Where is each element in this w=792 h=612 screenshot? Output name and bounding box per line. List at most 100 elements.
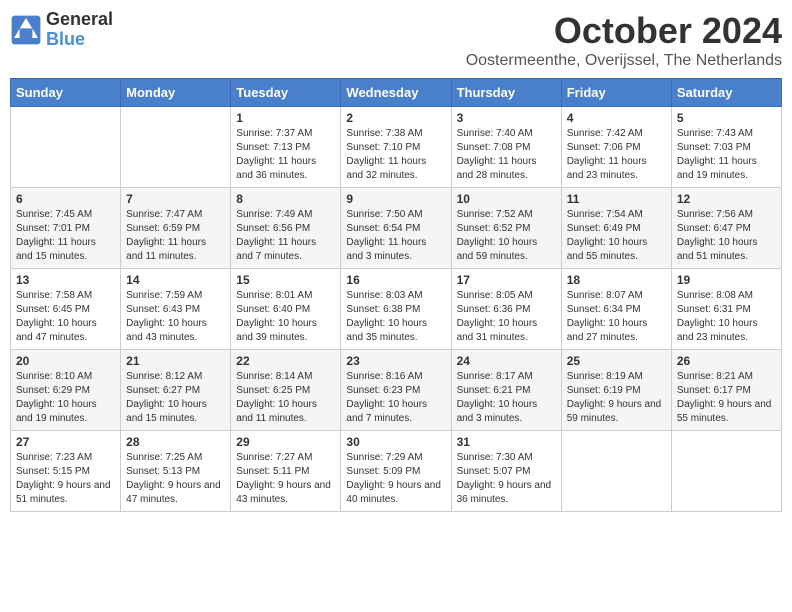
calendar-cell: 3Sunrise: 7:40 AMSunset: 7:08 PMDaylight…	[451, 107, 561, 188]
title-section: October 2024 Oostermeenthe, Overijssel, …	[466, 10, 782, 70]
weekday-header: Monday	[121, 79, 231, 107]
day-number: 31	[457, 435, 556, 449]
calendar-cell: 21 Sunrise: 8:12 AMSunset: 6:27 PMDayligh…	[121, 350, 231, 431]
day-info: Sunrise: 7:50 AMSunset: 6:54 PMDaylight:…	[346, 208, 445, 264]
day-number: 11	[567, 192, 666, 206]
day-number: 12	[677, 192, 776, 206]
calendar-cell: 14 Sunrise: 7:59 AMSunset: 6:43 PMDayligh…	[121, 269, 231, 350]
day-number: 1	[236, 111, 335, 125]
day-number: 21	[126, 354, 225, 368]
calendar-cell: 24 Sunrise: 8:17 AMSunset: 6:21 PMDayligh…	[451, 350, 561, 431]
weekday-header: Tuesday	[231, 79, 341, 107]
day-number: 17	[457, 273, 556, 287]
day-info: Sunrise: 7:29 AMSunset: 5:09 PMDaylight:…	[346, 451, 445, 507]
day-number: 25	[567, 354, 666, 368]
calendar-cell: 22 Sunrise: 8:14 AMSunset: 6:25 PMDayligh…	[231, 350, 341, 431]
day-info: Sunrise: 7:40 AMSunset: 7:08 PMDaylight:…	[457, 127, 556, 183]
day-info: Sunrise: 7:49 AMSunset: 6:56 PMDaylight:…	[236, 208, 335, 264]
day-info: Sunrise: 8:08 AMSunset: 6:31 PMDaylight:…	[677, 289, 776, 345]
day-number: 8	[236, 192, 335, 206]
day-info: Sunrise: 7:47 AMSunset: 6:59 PMDaylight:…	[126, 208, 225, 264]
day-info: Sunrise: 8:03 AMSunset: 6:38 PMDaylight:…	[346, 289, 445, 345]
calendar-cell: 20Sunrise: 8:10 AMSunset: 6:29 PMDayligh…	[11, 350, 121, 431]
calendar-cell: 18Sunrise: 8:07 AMSunset: 6:34 PMDayligh…	[561, 269, 671, 350]
weekday-header: Friday	[561, 79, 671, 107]
day-number: 5	[677, 111, 776, 125]
weekday-header: Saturday	[671, 79, 781, 107]
day-info: Sunrise: 7:43 AMSunset: 7:03 PMDaylight:…	[677, 127, 776, 183]
day-number: 23	[346, 354, 445, 368]
weekday-header: Wednesday	[341, 79, 451, 107]
day-number: 26	[677, 354, 776, 368]
logo: General Blue	[10, 10, 113, 50]
calendar-cell: 26 Sunrise: 8:21 AMSunset: 6:17 PMDayligh…	[671, 350, 781, 431]
calendar-cell: 31 Sunrise: 7:30 AMSunset: 5:07 PMDayligh…	[451, 431, 561, 512]
day-number: 13	[16, 273, 115, 287]
day-info: Sunrise: 8:12 AMSunset: 6:27 PMDaylight:…	[126, 370, 225, 426]
calendar-cell	[561, 431, 671, 512]
weekday-header: Thursday	[451, 79, 561, 107]
day-number: 27	[16, 435, 115, 449]
calendar-week-row: 13 Sunrise: 7:58 AMSunset: 6:45 PMDayligh…	[11, 269, 782, 350]
day-info: Sunrise: 7:42 AMSunset: 7:06 PMDaylight:…	[567, 127, 666, 183]
day-info: Sunrise: 8:05 AMSunset: 6:36 PMDaylight:…	[457, 289, 556, 345]
day-number: 20	[16, 354, 115, 368]
calendar-cell: 16Sunrise: 8:03 AMSunset: 6:38 PMDayligh…	[341, 269, 451, 350]
calendar-cell: 10 Sunrise: 7:52 AMSunset: 6:52 PMDayligh…	[451, 188, 561, 269]
day-info: Sunrise: 7:27 AMSunset: 5:11 PMDaylight:…	[236, 451, 335, 507]
day-number: 30	[346, 435, 445, 449]
page-header: General Blue October 2024 Oostermeenthe,…	[10, 10, 782, 70]
calendar-cell: 23 Sunrise: 8:16 AMSunset: 6:23 PMDayligh…	[341, 350, 451, 431]
day-number: 9	[346, 192, 445, 206]
day-info: Sunrise: 7:52 AMSunset: 6:52 PMDaylight:…	[457, 208, 556, 264]
day-info: Sunrise: 7:58 AMSunset: 6:45 PMDaylight:…	[16, 289, 115, 345]
day-info: Sunrise: 7:30 AMSunset: 5:07 PMDaylight:…	[457, 451, 556, 507]
calendar-cell: 29 Sunrise: 7:27 AMSunset: 5:11 PMDayligh…	[231, 431, 341, 512]
calendar-cell: 5 Sunrise: 7:43 AMSunset: 7:03 PMDaylight…	[671, 107, 781, 188]
weekday-header: Sunday	[11, 79, 121, 107]
day-number: 19	[677, 273, 776, 287]
day-info: Sunrise: 8:21 AMSunset: 6:17 PMDaylight:…	[677, 370, 776, 426]
calendar-cell: 27 Sunrise: 7:23 AMSunset: 5:15 PMDayligh…	[11, 431, 121, 512]
logo-text: General Blue	[46, 10, 113, 50]
calendar-week-row: 6 Sunrise: 7:45 AMSunset: 7:01 PMDaylight…	[11, 188, 782, 269]
calendar-cell: 6 Sunrise: 7:45 AMSunset: 7:01 PMDaylight…	[11, 188, 121, 269]
location: Oostermeenthe, Overijssel, The Netherlan…	[466, 52, 782, 70]
calendar-cell: 1 Sunrise: 7:37 AMSunset: 7:13 PMDaylight…	[231, 107, 341, 188]
calendar-cell: 12 Sunrise: 7:56 AMSunset: 6:47 PMDayligh…	[671, 188, 781, 269]
day-number: 10	[457, 192, 556, 206]
day-info: Sunrise: 8:14 AMSunset: 6:25 PMDaylight:…	[236, 370, 335, 426]
calendar-cell: 4Sunrise: 7:42 AMSunset: 7:06 PMDaylight…	[561, 107, 671, 188]
day-info: Sunrise: 8:16 AMSunset: 6:23 PMDaylight:…	[346, 370, 445, 426]
calendar-cell: 7 Sunrise: 7:47 AMSunset: 6:59 PMDaylight…	[121, 188, 231, 269]
day-number: 6	[16, 192, 115, 206]
calendar-table: SundayMondayTuesdayWednesdayThursdayFrid…	[10, 78, 782, 512]
day-info: Sunrise: 7:56 AMSunset: 6:47 PMDaylight:…	[677, 208, 776, 264]
calendar-week-row: 20Sunrise: 8:10 AMSunset: 6:29 PMDayligh…	[11, 350, 782, 431]
day-info: Sunrise: 8:17 AMSunset: 6:21 PMDaylight:…	[457, 370, 556, 426]
calendar-cell	[671, 431, 781, 512]
day-info: Sunrise: 7:25 AMSunset: 5:13 PMDaylight:…	[126, 451, 225, 507]
day-number: 7	[126, 192, 225, 206]
logo-icon	[10, 14, 42, 46]
day-number: 24	[457, 354, 556, 368]
day-info: Sunrise: 8:07 AMSunset: 6:34 PMDaylight:…	[567, 289, 666, 345]
calendar-cell: 30 Sunrise: 7:29 AMSunset: 5:09 PMDayligh…	[341, 431, 451, 512]
day-info: Sunrise: 7:59 AMSunset: 6:43 PMDaylight:…	[126, 289, 225, 345]
calendar-cell	[11, 107, 121, 188]
day-number: 28	[126, 435, 225, 449]
calendar-cell: 9 Sunrise: 7:50 AMSunset: 6:54 PMDaylight…	[341, 188, 451, 269]
calendar-week-row: 1 Sunrise: 7:37 AMSunset: 7:13 PMDaylight…	[11, 107, 782, 188]
day-info: Sunrise: 7:45 AMSunset: 7:01 PMDaylight:…	[16, 208, 115, 264]
day-info: Sunrise: 8:01 AMSunset: 6:40 PMDaylight:…	[236, 289, 335, 345]
calendar-cell: 8 Sunrise: 7:49 AMSunset: 6:56 PMDaylight…	[231, 188, 341, 269]
day-number: 14	[126, 273, 225, 287]
day-info: Sunrise: 7:23 AMSunset: 5:15 PMDaylight:…	[16, 451, 115, 507]
calendar-cell: 19 Sunrise: 8:08 AMSunset: 6:31 PMDayligh…	[671, 269, 781, 350]
calendar-week-row: 27 Sunrise: 7:23 AMSunset: 5:15 PMDayligh…	[11, 431, 782, 512]
day-info: Sunrise: 7:37 AMSunset: 7:13 PMDaylight:…	[236, 127, 335, 183]
weekday-header-row: SundayMondayTuesdayWednesdayThursdayFrid…	[11, 79, 782, 107]
day-number: 22	[236, 354, 335, 368]
day-info: Sunrise: 8:19 AMSunset: 6:19 PMDaylight:…	[567, 370, 666, 426]
day-number: 29	[236, 435, 335, 449]
